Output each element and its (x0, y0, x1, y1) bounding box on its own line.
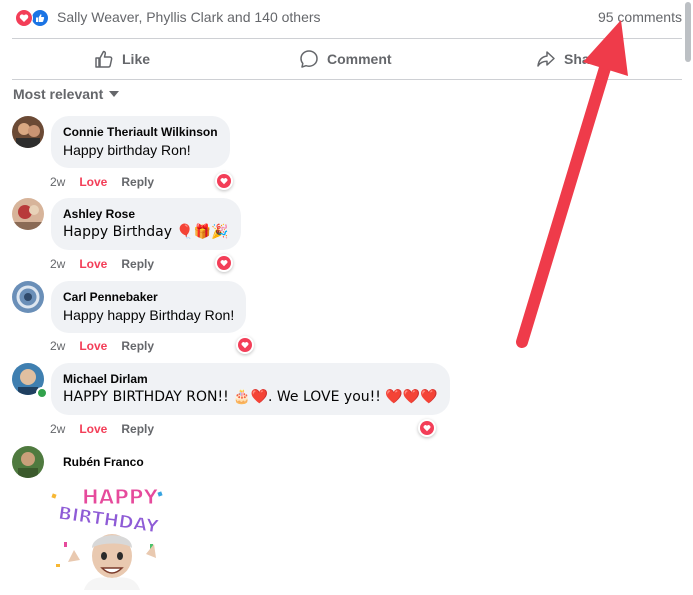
share-label: Sha (564, 51, 590, 67)
scrollbar-thumb[interactable] (685, 2, 691, 62)
comment-sort-dropdown[interactable]: Most relevant (13, 86, 120, 102)
love-reaction-badge[interactable] (418, 419, 436, 437)
comment-bubble: Connie Theriault Wilkinson Happy birthda… (51, 116, 230, 168)
post-actions: Like Comment Sha (12, 39, 682, 79)
commenter-name[interactable]: Michael Dirlam (63, 371, 438, 387)
comment-text: Happy birthday Ron! (63, 142, 191, 158)
share-button[interactable]: Sha (536, 48, 590, 70)
comment-meta: 2w Love Reply (50, 339, 154, 353)
love-reaction-badge[interactable] (215, 254, 233, 272)
like-label: Like (122, 51, 151, 67)
comment-icon (299, 49, 319, 69)
comment-time[interactable]: 2w (50, 257, 65, 271)
comment-meta: 2w Love Reply (50, 175, 154, 189)
comments-count-link[interactable]: 95 comments (598, 9, 682, 25)
like-button[interactable]: Like (94, 48, 150, 70)
reply-button[interactable]: Reply (121, 257, 154, 271)
online-status-indicator (36, 387, 48, 399)
love-reaction-badge[interactable] (215, 172, 233, 190)
comment-bubble: Carl Pennebaker Happy happy Birthday Ron… (51, 281, 247, 333)
love-button[interactable]: Love (79, 175, 107, 189)
sticker-line-1: HAPPY (82, 485, 159, 509)
love-button[interactable]: Love (79, 257, 107, 271)
avatar[interactable] (12, 198, 44, 230)
sort-label: Most relevant (13, 86, 104, 102)
commenter-name[interactable]: Carl Pennebaker (63, 289, 234, 305)
comment-label: Comment (327, 51, 392, 67)
caret-down-icon (109, 91, 120, 97)
comment-text: Happy happy Birthday Ron! (63, 307, 235, 323)
comment-bubble: Ashley Rose Happy Birthday 🎈🎁🎉 (51, 198, 241, 250)
reply-button[interactable]: Reply (121, 422, 154, 436)
avatar[interactable] (12, 446, 44, 478)
love-reaction-icon[interactable] (15, 9, 33, 27)
like-reaction-icon[interactable] (31, 9, 49, 27)
avatar[interactable] (12, 116, 44, 148)
comment-time[interactable]: 2w (50, 339, 65, 353)
thumbs-up-icon (94, 49, 114, 69)
comment-time[interactable]: 2w (50, 422, 65, 436)
reactions-bar: Sally Weaver, Phyllis Clark and 140 othe… (12, 6, 682, 30)
comment-meta: 2w Love Reply (50, 422, 154, 436)
reply-button[interactable]: Reply (121, 175, 154, 189)
reply-button[interactable]: Reply (121, 339, 154, 353)
commenter-name[interactable]: Rubén Franco (63, 454, 144, 470)
comment-button[interactable]: Comment (299, 48, 392, 70)
love-reaction-badge[interactable] (236, 336, 254, 354)
commenter-name[interactable]: Ashley Rose (63, 206, 229, 222)
commenter-name[interactable]: Connie Theriault Wilkinson (63, 124, 218, 140)
reactors-summary[interactable]: Sally Weaver, Phyllis Clark and 140 othe… (57, 9, 321, 25)
love-button[interactable]: Love (79, 422, 107, 436)
birthday-sticker[interactable]: HAPPY BIRTHDAY (50, 484, 170, 590)
comment-meta: 2w Love Reply (50, 257, 154, 271)
comment-bubble: Michael Dirlam HAPPY BIRTHDAY RON!! 🎂❤️.… (51, 363, 450, 415)
comment-time[interactable]: 2w (50, 175, 65, 189)
avatar[interactable] (12, 281, 44, 313)
comment-text: HAPPY BIRTHDAY RON!! 🎂❤️. We LOVE you!! … (63, 389, 438, 405)
share-icon (536, 49, 556, 69)
love-button[interactable]: Love (79, 339, 107, 353)
divider (12, 79, 682, 80)
comment-text: Happy Birthday 🎈🎁🎉 (63, 224, 229, 240)
